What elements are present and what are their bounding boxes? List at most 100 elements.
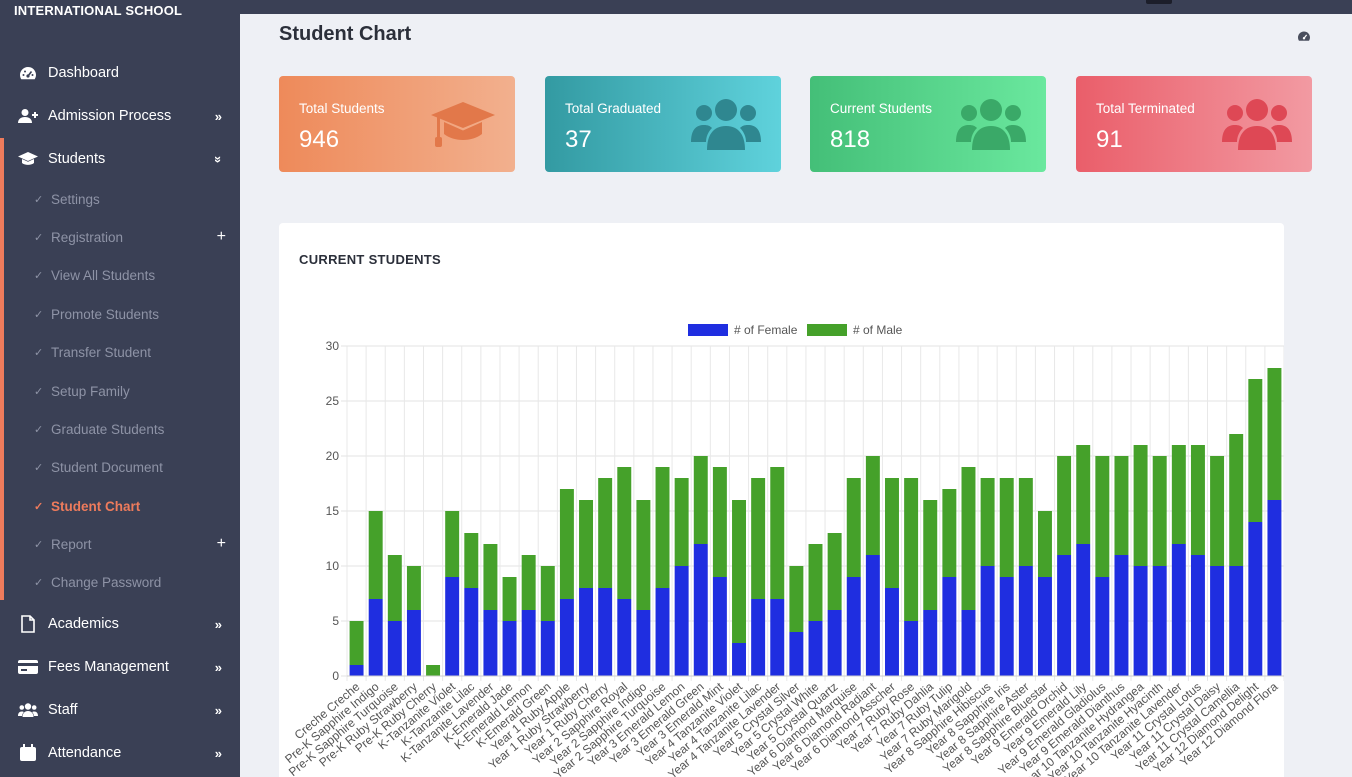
chart-panel: CURRENT STUDENTS 0 5 10 15 20 25 30 Creche Crec… bbox=[279, 223, 1284, 777]
bar-female bbox=[961, 610, 976, 676]
bar-female bbox=[693, 544, 708, 676]
bar-female bbox=[464, 588, 479, 676]
sub-student-chart[interactable]: ✓ Student Chart bbox=[34, 491, 240, 521]
nav-staff[interactable]: Staff » bbox=[0, 690, 240, 730]
sub-report-label: Report bbox=[51, 536, 92, 552]
bar-male bbox=[693, 456, 708, 544]
top-bar bbox=[240, 0, 1352, 14]
bar-male bbox=[980, 478, 995, 566]
sub-chart-label: Student Chart bbox=[51, 498, 141, 514]
bar-male bbox=[445, 511, 460, 577]
bar-female bbox=[406, 610, 421, 676]
bar-female bbox=[674, 566, 689, 676]
page-title: Student Chart bbox=[279, 23, 412, 45]
stat-value: 37 bbox=[565, 126, 592, 153]
bar-male bbox=[406, 566, 421, 610]
bar-male bbox=[885, 478, 899, 588]
bar-male bbox=[636, 500, 651, 610]
sub-promote-students[interactable]: ✓ Promote Students bbox=[34, 299, 240, 329]
users-icon bbox=[1222, 96, 1292, 157]
bar-female bbox=[387, 621, 402, 676]
users-icon bbox=[18, 700, 38, 720]
sub-settings[interactable]: ✓ Settings bbox=[34, 184, 240, 214]
stat-card-total-students: Total Students 946 bbox=[279, 76, 515, 172]
graduation-cap-icon bbox=[431, 96, 495, 157]
bar-male bbox=[1171, 445, 1186, 544]
legend-label: # of Male bbox=[853, 323, 903, 337]
calendar-icon bbox=[18, 743, 38, 763]
bar-male bbox=[1114, 456, 1129, 555]
sub-graduate-label: Graduate Students bbox=[51, 421, 165, 437]
stat-value: 946 bbox=[299, 126, 340, 153]
bar-male bbox=[617, 467, 632, 599]
y-tick-label: 10 bbox=[326, 559, 340, 573]
chevron-right-icon: » bbox=[214, 616, 222, 632]
sub-transfer-student[interactable]: ✓ Transfer Student bbox=[34, 337, 240, 367]
bar-female bbox=[732, 643, 746, 676]
bar-male bbox=[751, 478, 766, 599]
bar-male bbox=[1037, 511, 1052, 577]
bar-female bbox=[617, 599, 632, 676]
sub-graduate-students[interactable]: ✓ Graduate Students bbox=[34, 414, 240, 444]
nav-dashboard[interactable]: Dashboard bbox=[0, 53, 240, 93]
sub-view-all-label: View All Students bbox=[51, 267, 156, 283]
bar-female bbox=[540, 621, 555, 676]
legend-swatch bbox=[688, 324, 728, 336]
nav-attendance[interactable]: Attendance » bbox=[0, 733, 240, 773]
bar-female bbox=[846, 577, 861, 676]
plus-icon[interactable]: + bbox=[217, 228, 226, 246]
y-tick-label: 5 bbox=[332, 614, 339, 628]
nav-admission-label: Admission Process bbox=[48, 108, 172, 124]
bar-female bbox=[598, 588, 613, 676]
bar-male bbox=[540, 566, 555, 621]
sub-registration[interactable]: ✓ Registration + bbox=[34, 222, 240, 252]
bar-female bbox=[827, 610, 842, 676]
stat-label: Total Students bbox=[299, 101, 385, 116]
y-tick-label: 25 bbox=[326, 394, 340, 408]
bar-female bbox=[885, 588, 899, 676]
bar-female bbox=[1057, 555, 1072, 676]
users-icon bbox=[956, 96, 1026, 157]
main-content: Student Chart Total Students 946 Total G… bbox=[240, 0, 1352, 777]
check-icon: ✓ bbox=[34, 231, 44, 244]
sub-document-label: Student Document bbox=[51, 459, 163, 475]
nav-fees-management[interactable]: Fees Management » bbox=[0, 647, 240, 687]
y-tick-label: 20 bbox=[326, 449, 340, 463]
bar-male bbox=[923, 500, 938, 610]
bar-male bbox=[1267, 368, 1282, 500]
dashboard-icon[interactable] bbox=[1297, 29, 1311, 47]
bar-male bbox=[961, 467, 976, 610]
bar-male bbox=[502, 577, 517, 621]
stat-label: Total Graduated bbox=[565, 101, 662, 116]
bar-male bbox=[846, 478, 861, 577]
sub-report[interactable]: ✓ Report + bbox=[34, 529, 240, 559]
stat-value: 91 bbox=[1096, 126, 1123, 153]
nav-students[interactable]: Students » bbox=[0, 139, 240, 179]
check-icon: ✓ bbox=[34, 461, 44, 474]
sub-student-document[interactable]: ✓ Student Document bbox=[34, 452, 240, 482]
nav-academics[interactable]: Academics » bbox=[0, 604, 240, 644]
plus-icon[interactable]: + bbox=[217, 535, 226, 553]
sub-registration-label: Registration bbox=[51, 229, 124, 245]
sub-change-password[interactable]: ✓ Change Password bbox=[34, 567, 240, 597]
user-plus-icon bbox=[18, 106, 38, 126]
bar-male bbox=[865, 456, 880, 555]
y-tick-label: 0 bbox=[332, 669, 339, 683]
bar-male bbox=[1229, 434, 1244, 566]
bar-male bbox=[1057, 456, 1072, 555]
stat-label: Total Terminated bbox=[1096, 101, 1195, 116]
nav-staff-label: Staff bbox=[48, 702, 78, 718]
user-menu-icon[interactable] bbox=[1146, 0, 1172, 4]
bar-male bbox=[426, 665, 441, 676]
sub-view-all-students[interactable]: ✓ View All Students bbox=[34, 260, 240, 290]
bar-female bbox=[789, 632, 804, 676]
bar-female bbox=[559, 599, 574, 676]
bar-male bbox=[1133, 445, 1148, 566]
sub-setup-family[interactable]: ✓ Setup Family bbox=[34, 376, 240, 406]
bar-female bbox=[1095, 577, 1110, 676]
bar-male bbox=[464, 533, 479, 588]
bar-male bbox=[942, 489, 957, 577]
chevron-right-icon: » bbox=[214, 702, 222, 718]
nav-admission-process[interactable]: Admission Process » bbox=[0, 96, 240, 136]
bar-male bbox=[598, 478, 613, 588]
